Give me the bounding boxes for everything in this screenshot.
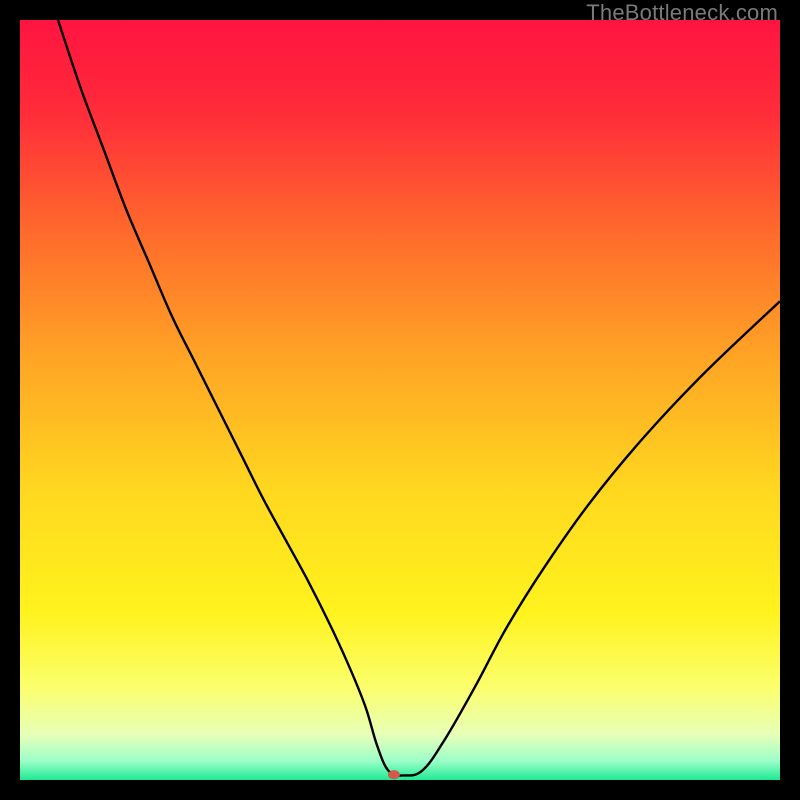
- minimum-marker-icon: [388, 770, 400, 779]
- gradient-background: [20, 20, 780, 780]
- watermark-text: TheBottleneck.com: [586, 0, 778, 26]
- chart-frame: [20, 20, 780, 780]
- chart-svg: [20, 20, 780, 780]
